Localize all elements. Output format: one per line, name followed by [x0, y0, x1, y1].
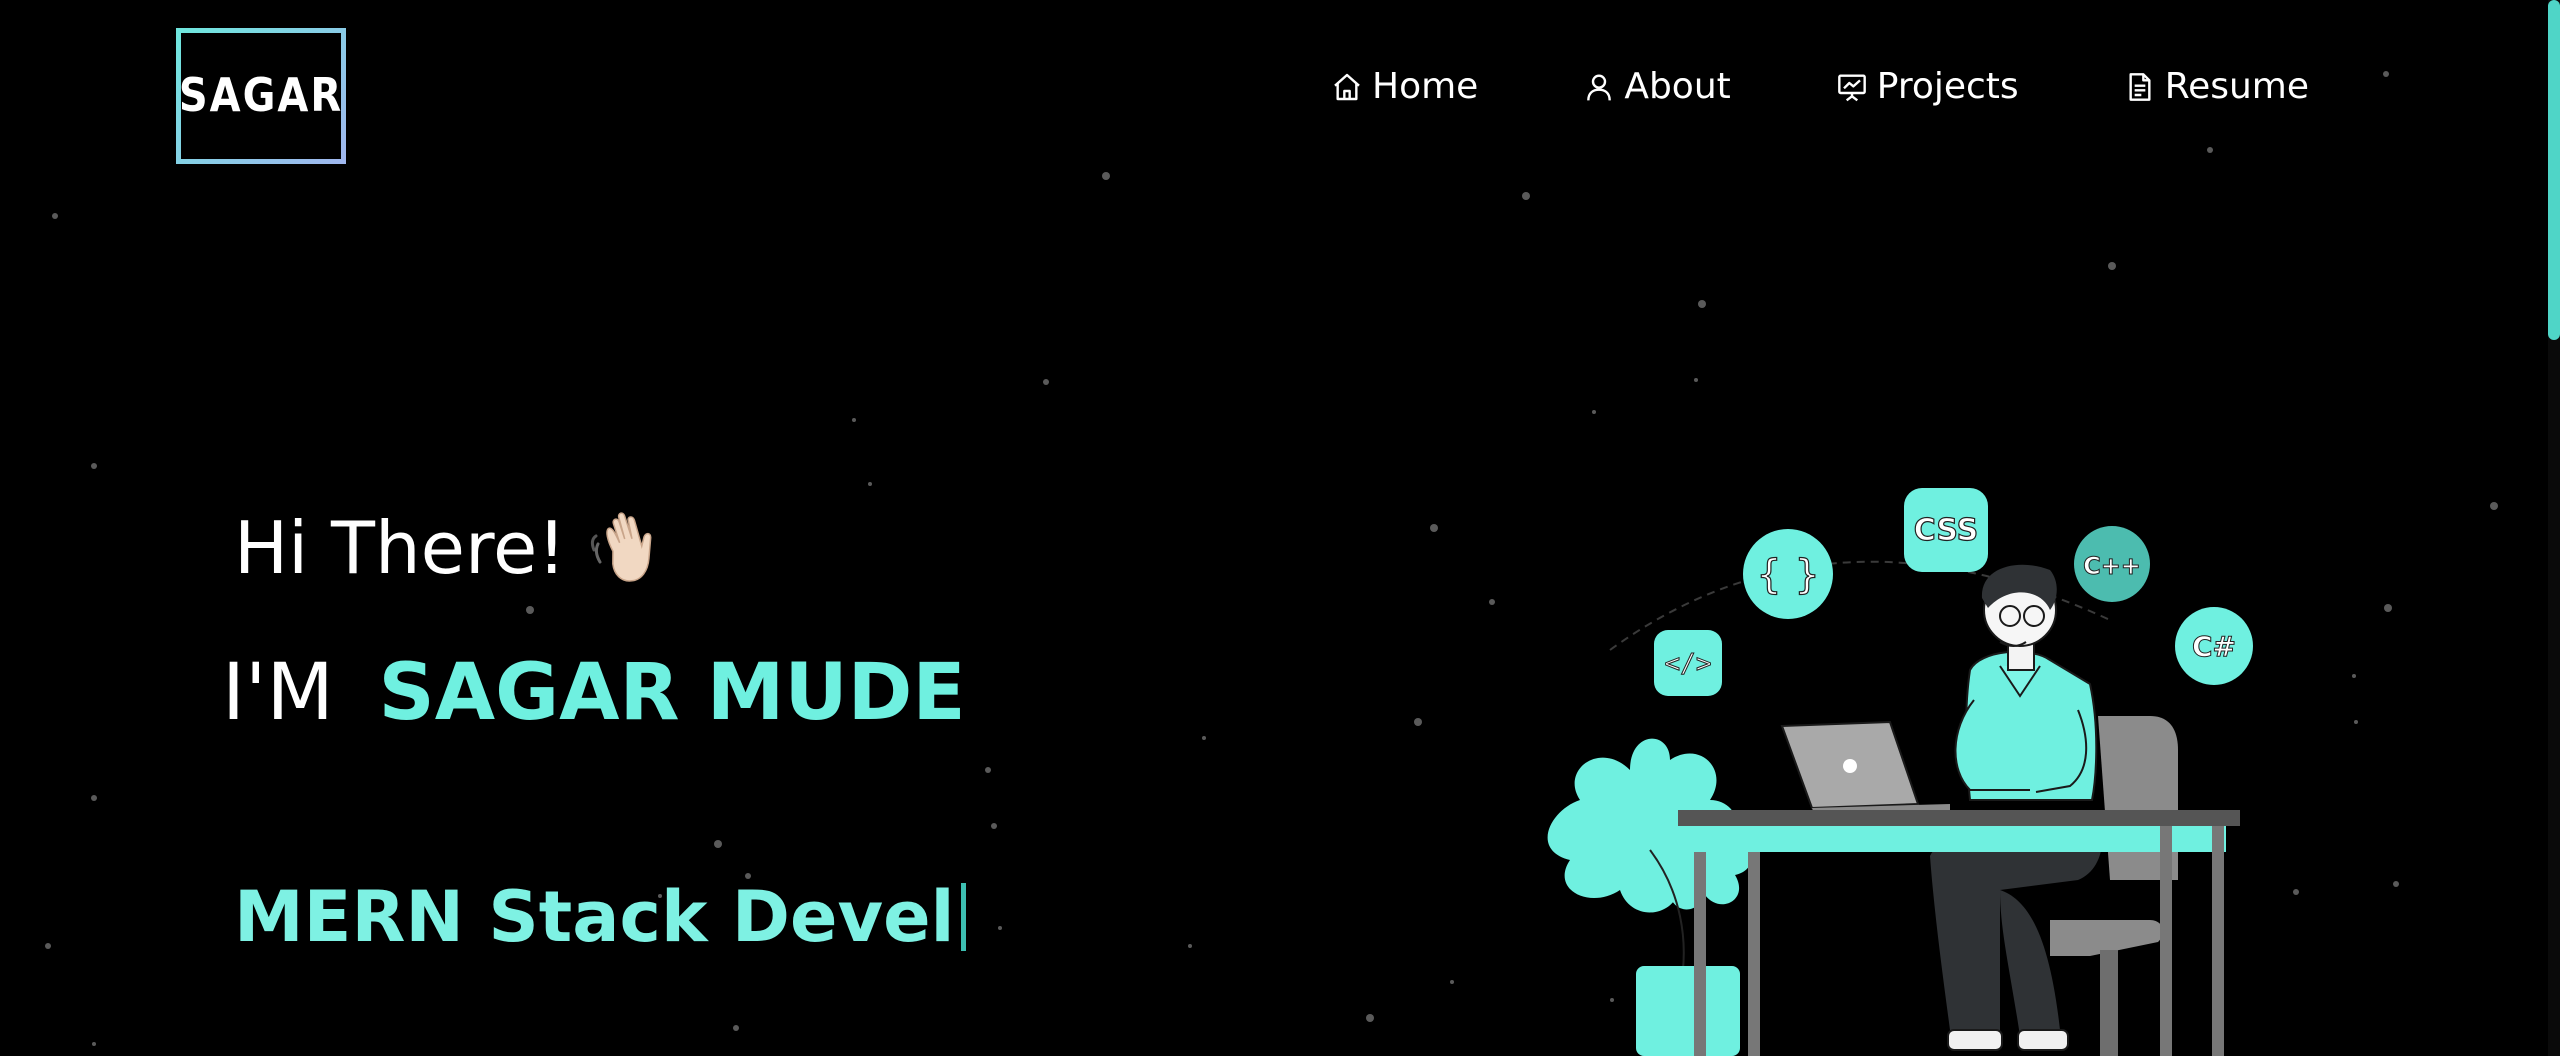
- nav-item-about[interactable]: About: [1582, 66, 1731, 107]
- badge-label-code: </>: [1665, 649, 1712, 679]
- plant-graphic: [1547, 738, 1752, 1056]
- intro-prefix: I'M: [222, 648, 334, 738]
- badge-label-css: CSS: [1914, 513, 1978, 548]
- developer-illustration: </> { } CSS C++ C#: [1547, 488, 2253, 1056]
- document-icon: [2123, 70, 2157, 104]
- badge-label-cpp: C++: [2083, 552, 2141, 580]
- braces-badge: { }: [1743, 529, 1833, 619]
- logo-text: SAGAR: [178, 69, 344, 123]
- laptop-graphic: [1780, 720, 1950, 814]
- portfolio-page: SAGAR Home About Projects Resume Hi Ther…: [0, 0, 2560, 1056]
- badge-label-csharp: C#: [2192, 630, 2236, 663]
- csharp-badge: C#: [2175, 607, 2253, 685]
- nav-item-projects[interactable]: Projects: [1835, 66, 2019, 107]
- typewriter-role: MERN Stack Devel: [234, 876, 966, 958]
- code-tag-badge: </>: [1654, 630, 1722, 696]
- css-badge: CSS: [1904, 488, 1988, 572]
- nav-label-about: About: [1624, 66, 1731, 107]
- author-name: SAGAR MUDE: [378, 648, 966, 738]
- presentation-icon: [1835, 70, 1869, 104]
- nav-label-projects: Projects: [1876, 66, 2019, 107]
- badge-label-braces: { }: [1756, 552, 1820, 598]
- nav-label-home: Home: [1372, 66, 1479, 107]
- user-icon: [1582, 70, 1616, 104]
- waving-hand-icon: [586, 506, 666, 590]
- intro-heading: I'M SAGAR MUDE: [222, 648, 966, 738]
- nav-item-home[interactable]: Home: [1330, 66, 1478, 107]
- greeting-text: Hi There!: [234, 506, 567, 590]
- home-icon: [1330, 70, 1364, 104]
- developer-figure: [1930, 564, 2102, 1051]
- cpp-badge: C++: [2074, 526, 2150, 602]
- typed-text: MERN Stack Devel: [234, 876, 955, 958]
- site-logo[interactable]: SAGAR: [176, 28, 346, 164]
- page-scrollbar[interactable]: [2548, 0, 2560, 1056]
- typing-cursor: [960, 883, 966, 951]
- greeting-heading: Hi There!: [234, 506, 666, 590]
- nav-item-resume[interactable]: Resume: [2123, 66, 2309, 107]
- main-nav: Home About Projects Resume: [1330, 66, 2309, 107]
- nav-label-resume: Resume: [2164, 66, 2310, 107]
- scrollbar-thumb[interactable]: [2548, 0, 2560, 340]
